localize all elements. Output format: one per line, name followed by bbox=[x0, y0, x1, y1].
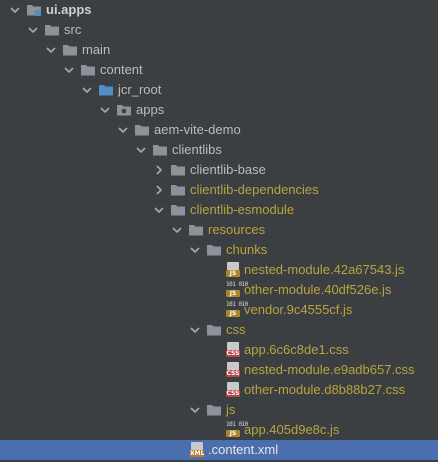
tree-row-label: other-module.40df526e.js bbox=[244, 282, 392, 297]
chevron-down-icon[interactable] bbox=[27, 20, 39, 40]
tree-row-label: vendor.9c4555cf.js bbox=[244, 302, 353, 317]
folder-icon bbox=[62, 42, 78, 58]
project-tree: ui.apps src main content jcr_root apps a… bbox=[0, 0, 438, 462]
tree-row-content-xml[interactable]: XML .content.xml bbox=[0, 440, 438, 460]
tree-row-file[interactable]: 101 010 JS other-module.40df526e.js bbox=[0, 280, 438, 300]
tree-row-label: app.405d9e8c.js bbox=[244, 422, 340, 437]
tree-row-src[interactable]: src bbox=[0, 20, 438, 40]
folder-icon bbox=[170, 202, 186, 218]
file-type-badge: XML bbox=[190, 450, 205, 457]
xml-file-icon: XML bbox=[190, 442, 204, 458]
tree-row-label: jcr_root bbox=[118, 82, 162, 97]
chevron-down-icon[interactable] bbox=[153, 200, 165, 220]
package-folder-icon bbox=[116, 102, 132, 118]
tree-row-file[interactable]: CSS nested-module.e9adb657.css bbox=[0, 360, 438, 380]
folder-icon bbox=[170, 162, 186, 178]
file-type-badge: CSS bbox=[226, 350, 240, 357]
tree-row-label: apps bbox=[136, 102, 165, 117]
tree-row-content[interactable]: content bbox=[0, 60, 438, 80]
folder-icon bbox=[206, 242, 222, 258]
chevron-down-icon[interactable] bbox=[99, 100, 111, 120]
chevron-down-icon[interactable] bbox=[63, 60, 75, 80]
chevron-right-icon[interactable] bbox=[153, 160, 165, 180]
tree-row-file[interactable]: CSS other-module.d8b88b27.css bbox=[0, 380, 438, 400]
binary-badge: 101 010 bbox=[226, 421, 248, 428]
tree-row-label: nested-module.42a67543.js bbox=[244, 262, 405, 277]
tree-row-clientlib-base[interactable]: clientlib-base bbox=[0, 160, 438, 180]
chevron-down-icon[interactable] bbox=[189, 320, 201, 340]
tree-row-clientlib-esmodule[interactable]: clientlib-esmodule bbox=[0, 200, 438, 220]
file-type-badge: JS bbox=[226, 430, 240, 437]
chevron-down-icon[interactable] bbox=[189, 400, 201, 420]
binary-js-file-icon: 101 010 JS bbox=[226, 301, 248, 318]
tree-row-ui-apps[interactable]: ui.apps bbox=[0, 0, 438, 20]
tree-row-label: ui.apps bbox=[46, 2, 92, 17]
tree-row-label: chunks bbox=[226, 242, 268, 257]
module-folder-icon bbox=[26, 2, 42, 18]
chevron-down-icon[interactable] bbox=[117, 120, 129, 140]
folder-icon bbox=[206, 322, 222, 338]
binary-badge: 101 010 bbox=[226, 281, 248, 288]
file-type-badge: CSS bbox=[226, 370, 240, 377]
chevron-down-icon[interactable] bbox=[9, 0, 21, 20]
file-type-badge: JS bbox=[226, 310, 240, 317]
tree-row-label: app.6c6c8de1.css bbox=[244, 342, 349, 357]
tree-row-label: clientlibs bbox=[172, 142, 222, 157]
tree-row-label: js bbox=[226, 402, 236, 417]
binary-js-file-icon: 101 010 JS bbox=[226, 281, 248, 298]
chevron-down-icon[interactable] bbox=[135, 140, 147, 160]
tree-row-label: css bbox=[226, 322, 246, 337]
tree-row-file[interactable]: JS nested-module.42a67543.js bbox=[0, 260, 438, 280]
tree-row-chunks[interactable]: chunks bbox=[0, 240, 438, 260]
tree-row-js[interactable]: js bbox=[0, 400, 438, 420]
css-file-icon: CSS bbox=[226, 342, 240, 358]
tree-row-file[interactable]: CSS app.6c6c8de1.css bbox=[0, 340, 438, 360]
folder-icon bbox=[134, 122, 150, 138]
folder-icon bbox=[170, 182, 186, 198]
js-file-icon: JS bbox=[226, 262, 240, 278]
chevron-down-icon[interactable] bbox=[45, 40, 57, 60]
tree-row-label: src bbox=[64, 22, 82, 37]
tree-row-label: nested-module.e9adb657.css bbox=[244, 362, 415, 377]
source-folder-icon bbox=[98, 82, 114, 98]
chevron-right-icon[interactable] bbox=[153, 180, 165, 200]
binary-js-file-icon: 101 010 JS bbox=[226, 421, 248, 438]
tree-row-aem-vite-demo[interactable]: aem-vite-demo bbox=[0, 120, 438, 140]
tree-row-file[interactable]: 101 010 JS vendor.9c4555cf.js bbox=[0, 300, 438, 320]
folder-icon bbox=[206, 402, 222, 418]
tree-row-label: clientlib-base bbox=[190, 162, 266, 177]
tree-row-css[interactable]: css bbox=[0, 320, 438, 340]
tree-row-label: .content.xml bbox=[208, 442, 279, 457]
file-type-badge: CSS bbox=[226, 390, 240, 397]
chevron-down-icon[interactable] bbox=[81, 80, 93, 100]
tree-row-label: other-module.d8b88b27.css bbox=[244, 382, 406, 397]
chevron-down-icon[interactable] bbox=[189, 240, 201, 260]
tree-row-main[interactable]: main bbox=[0, 40, 438, 60]
tree-row-label: resources bbox=[208, 222, 266, 237]
tree-row-label: content bbox=[100, 62, 143, 77]
file-type-badge: JS bbox=[226, 290, 240, 297]
tree-row-clientlib-dependencies[interactable]: clientlib-dependencies bbox=[0, 180, 438, 200]
tree-row-apps[interactable]: apps bbox=[0, 100, 438, 120]
folder-icon bbox=[188, 222, 204, 238]
tree-row-jcr-root[interactable]: jcr_root bbox=[0, 80, 438, 100]
file-type-badge: JS bbox=[226, 270, 240, 277]
tree-row-label: aem-vite-demo bbox=[154, 122, 241, 137]
folder-icon bbox=[152, 142, 168, 158]
css-file-icon: CSS bbox=[226, 362, 240, 378]
tree-row-clientlibs[interactable]: clientlibs bbox=[0, 140, 438, 160]
tree-row-label: main bbox=[82, 42, 111, 57]
css-file-icon: CSS bbox=[226, 382, 240, 398]
tree-row-label: clientlib-esmodule bbox=[190, 202, 295, 217]
tree-row-label: clientlib-dependencies bbox=[190, 182, 319, 197]
folder-icon bbox=[44, 22, 60, 38]
folder-icon bbox=[80, 62, 96, 78]
binary-badge: 101 010 bbox=[226, 301, 248, 308]
chevron-down-icon[interactable] bbox=[171, 220, 183, 240]
tree-row-file[interactable]: 101 010 JS app.405d9e8c.js bbox=[0, 420, 438, 440]
tree-row-resources[interactable]: resources bbox=[0, 220, 438, 240]
